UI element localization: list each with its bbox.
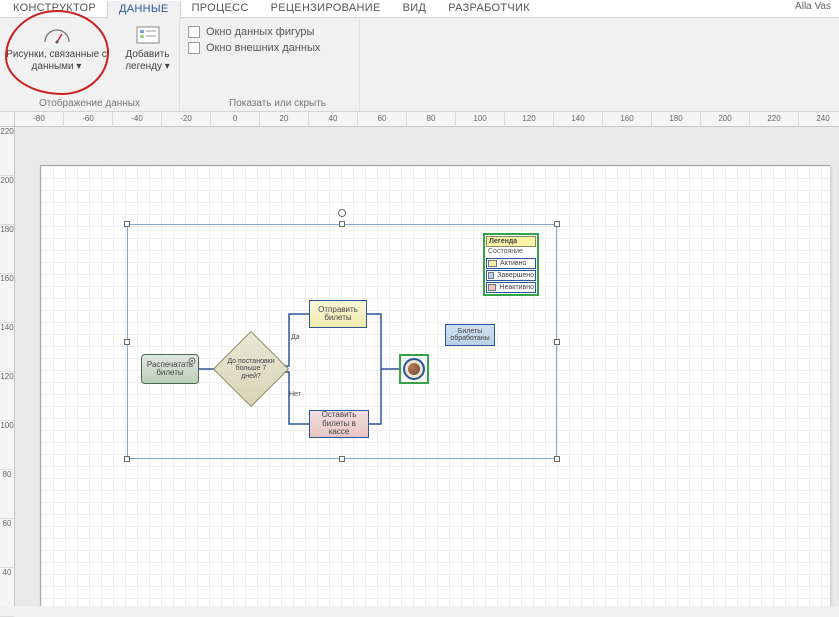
ruler-tick: -60 xyxy=(64,112,113,126)
ruler-tick: 40 xyxy=(0,568,14,617)
tab-view[interactable]: ВИД xyxy=(392,0,438,17)
add-legend-button[interactable]: Добавить легенду ▾ xyxy=(118,22,178,72)
legend-title: Легенда xyxy=(486,236,536,247)
vertical-ruler: 220200180160140120100806040 xyxy=(0,127,15,606)
legend-row-label: Завершено xyxy=(497,272,534,279)
ruler-tick: 0 xyxy=(211,112,260,126)
group-label-display: Отображение данных xyxy=(0,98,179,109)
resize-handle[interactable] xyxy=(554,456,560,462)
ruler-tick: 120 xyxy=(505,112,554,126)
user-name[interactable]: Alla Vas xyxy=(795,1,831,12)
ruler-tick: 20 xyxy=(260,112,309,126)
shape-label: Оставить билеты в кассе xyxy=(312,411,366,436)
legend-subtitle: Состояние xyxy=(485,248,537,257)
add-legend-label: Добавить легенду ▾ xyxy=(118,49,178,72)
shape-tickets-processed[interactable]: Билеты обработаны xyxy=(445,324,495,346)
resize-handle[interactable] xyxy=(124,456,130,462)
legend-icon xyxy=(133,24,163,46)
group-display-data: Рисунки, связанные с данными ▾ Добавить … xyxy=(0,18,180,111)
ruler-tick: 180 xyxy=(0,225,14,274)
edge-label-no: Нет xyxy=(289,391,301,398)
ruler-tick: 100 xyxy=(0,421,14,470)
resize-handle[interactable] xyxy=(339,456,345,462)
dropdown-arrow-icon: ▾ xyxy=(76,61,81,72)
ruler-tick: 240 xyxy=(799,112,839,126)
shape-data-window-label: Окно данных фигуры xyxy=(206,26,314,38)
ruler-tick: 200 xyxy=(701,112,750,126)
external-data-window-checkbox[interactable]: Окно внешних данных xyxy=(188,42,320,54)
checkbox-icon xyxy=(188,42,200,54)
data-graphics-label: Рисунки, связанные с данными ▾ xyxy=(2,49,112,72)
ruler-tick: 40 xyxy=(309,112,358,126)
workspace: -80-60-40-200204060801001201401601802002… xyxy=(0,112,839,606)
shape-label: Билеты обработаны xyxy=(448,328,492,343)
ruler-tick: -40 xyxy=(113,112,162,126)
canvas[interactable]: Распечатать билеты До постановки больше … xyxy=(15,127,839,606)
ruler-tick: 100 xyxy=(456,112,505,126)
ribbon-tabs: КОНСТРУКТОР ДАННЫЕ ПРОЦЕСС РЕЦЕНЗИРОВАНИ… xyxy=(0,0,839,18)
edge-label-yes: Да xyxy=(291,334,300,341)
legend-swatch-icon xyxy=(488,272,494,279)
gear-icon xyxy=(188,357,196,365)
ribbon: Рисунки, связанные с данными ▾ Добавить … xyxy=(0,18,839,112)
tab-developer[interactable]: РАЗРАБОТЧИК xyxy=(437,0,541,17)
shape-leave-tickets[interactable]: Оставить билеты в кассе xyxy=(309,410,369,438)
tab-process[interactable]: ПРОЦЕСС xyxy=(181,0,260,17)
ruler-tick: 140 xyxy=(554,112,603,126)
shape-label: Отправить билеты xyxy=(312,306,364,323)
horizontal-ruler: -80-60-40-200204060801001201401601802002… xyxy=(15,112,839,127)
legend-row-label: Неактивно xyxy=(499,284,534,291)
shape-label: До постановки больше 7 дней? xyxy=(224,356,278,382)
shape-print-tickets[interactable]: Распечатать билеты xyxy=(141,354,199,384)
ruler-tick: 160 xyxy=(0,274,14,323)
end-circle-icon xyxy=(403,358,425,380)
shape-end-frame[interactable] xyxy=(399,354,429,384)
legend-swatch-icon xyxy=(488,260,497,267)
ruler-tick: 80 xyxy=(0,470,14,519)
ruler-corner xyxy=(0,112,15,127)
dropdown-arrow-icon: ▾ xyxy=(165,61,170,72)
tab-constructor[interactable]: КОНСТРУКТОР xyxy=(2,0,107,17)
ruler-tick: 220 xyxy=(750,112,799,126)
rotate-handle[interactable] xyxy=(338,209,346,217)
resize-handle[interactable] xyxy=(554,339,560,345)
ruler-tick: 140 xyxy=(0,323,14,372)
ruler-tick: 160 xyxy=(603,112,652,126)
legend-box[interactable]: Легенда Состояние Активно Завершено Неак… xyxy=(483,233,539,296)
resize-handle[interactable] xyxy=(124,339,130,345)
resize-handle[interactable] xyxy=(124,221,130,227)
tab-review[interactable]: РЕЦЕНЗИРОВАНИЕ xyxy=(260,0,392,17)
group-label-show: Показать или скрыть xyxy=(188,98,367,109)
shape-data-window-checkbox[interactable]: Окно данных фигуры xyxy=(188,26,314,38)
ruler-tick: -80 xyxy=(15,112,64,126)
external-data-window-label: Окно внешних данных xyxy=(206,42,320,54)
ruler-tick: 80 xyxy=(407,112,456,126)
gauge-icon xyxy=(42,24,72,46)
shape-decision[interactable]: До постановки больше 7 дней? xyxy=(224,342,278,396)
ruler-tick: 220 xyxy=(0,127,14,176)
checkbox-icon xyxy=(188,26,200,38)
legend-row-completed: Завершено xyxy=(486,270,536,281)
legend-swatch-icon xyxy=(488,284,496,291)
ruler-tick: -20 xyxy=(162,112,211,126)
ruler-tick: 120 xyxy=(0,372,14,421)
ruler-tick: 180 xyxy=(652,112,701,126)
tab-data[interactable]: ДАННЫЕ xyxy=(107,1,181,19)
ruler-tick: 200 xyxy=(0,176,14,225)
group-show-hide: Окно данных фигуры Окно внешних данных П… xyxy=(180,18,360,111)
ruler-tick: 60 xyxy=(358,112,407,126)
resize-handle[interactable] xyxy=(339,221,345,227)
legend-row-active: Активно xyxy=(486,258,536,269)
page[interactable]: Распечатать билеты До постановки больше … xyxy=(40,165,830,606)
ruler-tick: 60 xyxy=(0,519,14,568)
resize-handle[interactable] xyxy=(554,221,560,227)
legend-row-label: Активно xyxy=(500,260,526,267)
legend-row-inactive: Неактивно xyxy=(486,282,536,293)
shape-send-tickets[interactable]: Отправить билеты xyxy=(309,300,367,328)
data-graphics-button[interactable]: Рисунки, связанные с данными ▾ xyxy=(2,22,112,72)
